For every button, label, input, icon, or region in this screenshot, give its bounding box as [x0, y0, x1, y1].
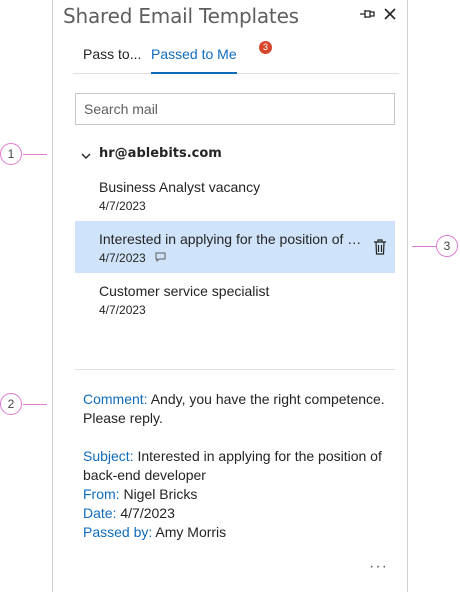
- date-value: 4/7/2023: [120, 505, 175, 521]
- subject-key: Subject:: [83, 448, 134, 464]
- item-subject: Customer service specialist: [99, 283, 270, 299]
- more-options-button[interactable]: ···: [369, 558, 388, 576]
- passed-by-value: Amy Morris: [155, 524, 227, 540]
- comment-icon: [155, 252, 166, 262]
- comment-block: Comment: Andy, you have the right compet…: [83, 390, 393, 428]
- callout-1-line: [23, 154, 47, 155]
- from-key: From:: [83, 486, 120, 502]
- list-item[interactable]: Customer service specialist 4/7/2023: [75, 273, 395, 325]
- group-header[interactable]: hr@ablebits.com: [79, 146, 379, 166]
- unread-count-badge: 3: [259, 41, 272, 54]
- passed-by-line: Passed by: Amy Morris: [83, 523, 393, 542]
- passed-by-key: Passed by:: [83, 524, 153, 540]
- active-tab-indicator: [151, 72, 237, 74]
- shared-templates-pane: Shared Email Templates Pass to... Passed…: [52, 0, 408, 592]
- search-input[interactable]: [75, 93, 395, 125]
- item-date: 4/7/2023: [99, 251, 146, 265]
- from-value: Nigel Bricks: [123, 486, 198, 502]
- tab-passed-to-me-label: Passed to Me: [151, 46, 237, 62]
- callout-3-line: [412, 246, 436, 247]
- chevron-down-icon[interactable]: [81, 152, 91, 160]
- callout-1: 1: [0, 143, 22, 165]
- callout-3: 3: [436, 235, 458, 257]
- date-key: Date:: [83, 505, 117, 521]
- callout-2-line: [23, 404, 47, 405]
- pane-title: Shared Email Templates: [63, 4, 299, 28]
- date-line: Date: 4/7/2023: [83, 504, 393, 523]
- subject-block: Subject: Interested in applying for the …: [83, 447, 393, 485]
- list-item-selected[interactable]: Interested in applying for the position …: [75, 221, 395, 273]
- item-subject: Interested in applying for the position …: [99, 231, 369, 247]
- group-label: hr@ablebits.com: [99, 146, 222, 161]
- callout-2: 2: [0, 393, 22, 415]
- pin-icon[interactable]: [359, 6, 375, 22]
- item-date: 4/7/2023: [99, 303, 146, 317]
- divider: [75, 369, 395, 370]
- close-icon[interactable]: [383, 6, 397, 22]
- list-item[interactable]: Business Analyst vacancy 4/7/2023: [75, 169, 395, 221]
- comment-key: Comment:: [83, 391, 148, 407]
- item-subject: Business Analyst vacancy: [99, 179, 261, 195]
- tab-passed-to-me[interactable]: Passed to Me: [151, 46, 237, 74]
- item-date: 4/7/2023: [99, 199, 146, 213]
- tab-bar: Pass to... Passed to Me 3: [73, 40, 399, 74]
- tab-pass-to[interactable]: Pass to...: [83, 46, 141, 62]
- trash-icon[interactable]: [373, 238, 387, 256]
- from-line: From: Nigel Bricks: [83, 485, 393, 504]
